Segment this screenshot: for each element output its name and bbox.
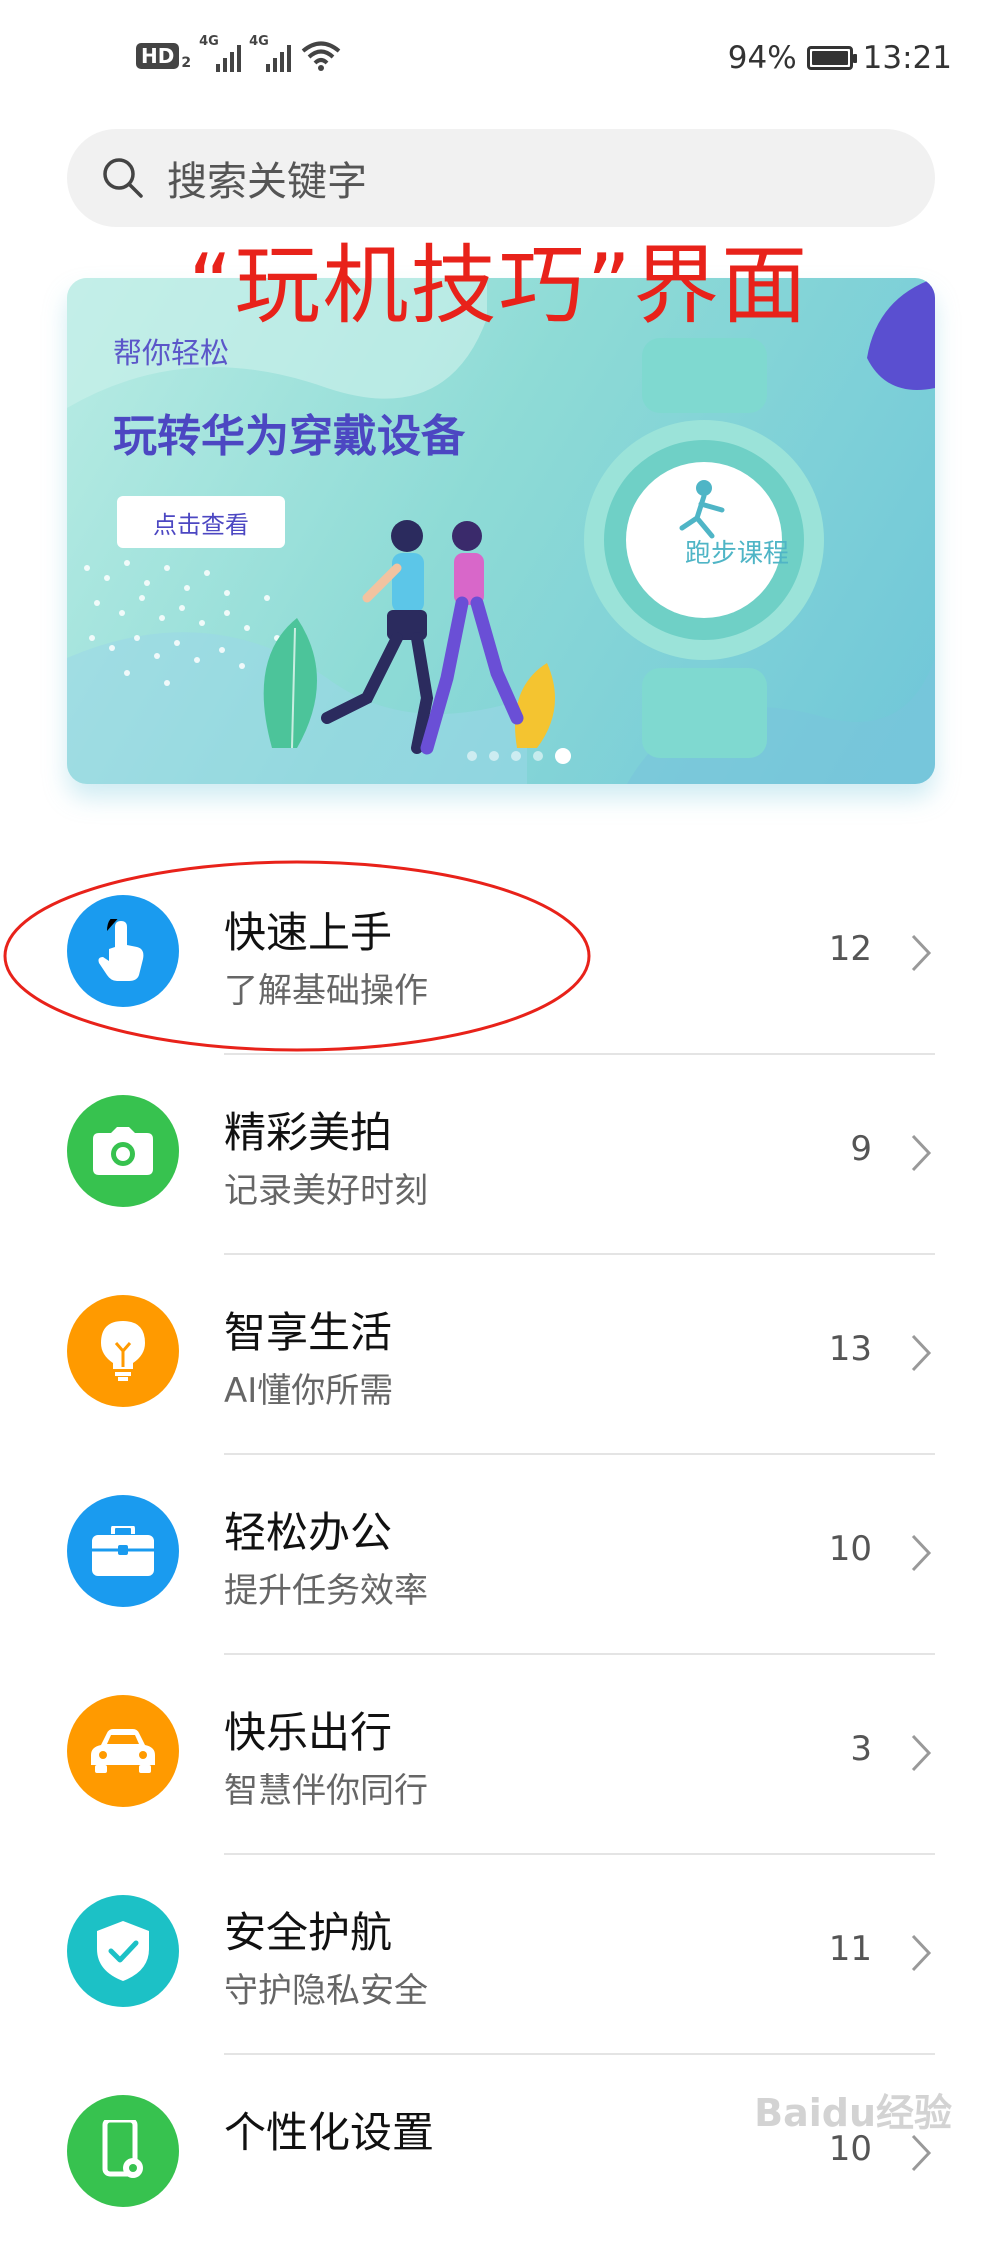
battery-percent: 94% — [727, 40, 797, 76]
list-item-subtitle: 记录美好时刻 — [224, 1171, 428, 1211]
status-bar: HD 2 4G 4G 94% 13:21 — [0, 0, 1000, 120]
briefcase-icon — [92, 1526, 154, 1576]
list-item-travel[interactable]: 快乐出行 智慧伴你同行 3 — [0, 1655, 1000, 1855]
list-item-count: 9 — [850, 1129, 872, 1169]
list-item-subtitle: AI懂你所需 — [224, 1371, 394, 1411]
list-item-icon-bg — [67, 1295, 179, 1407]
list-item-subtitle: 守护隐私安全 — [224, 1971, 428, 2011]
list-item-count: 13 — [828, 1329, 872, 1369]
hd-voice-icon: HD — [136, 43, 180, 69]
list-item-count: 3 — [850, 1729, 872, 1769]
chevron-right-icon — [911, 1734, 932, 1772]
chevron-right-icon — [911, 2134, 932, 2172]
signal-sim1-icon: 4G — [199, 34, 242, 72]
list-item-count: 10 — [828, 1529, 872, 1569]
status-right: 94% 13:21 — [728, 40, 952, 76]
search-placeholder: 搜索关键字 — [167, 159, 367, 205]
list-item-smart-life[interactable]: 智享生活 AI懂你所需 13 — [0, 1255, 1000, 1455]
list-item-photography[interactable]: 精彩美拍 记录美好时刻 9 — [0, 1055, 1000, 1255]
network-type-1: 4G — [199, 34, 219, 49]
list-item-subtitle: 提升任务效率 — [224, 1571, 428, 1611]
chevron-right-icon — [911, 1134, 932, 1172]
camera-icon — [93, 1127, 153, 1175]
banner-page-indicator — [467, 748, 571, 764]
chevron-right-icon — [911, 1334, 932, 1372]
list-item-icon-bg — [67, 1095, 179, 1207]
list-item-title: 快乐出行 — [224, 1708, 393, 1757]
list-item-title: 精彩美拍 — [224, 1108, 393, 1157]
wifi-icon — [301, 41, 341, 71]
page-dot-active — [555, 748, 571, 764]
clock: 13:21 — [862, 40, 952, 76]
network-type-2: 4G — [249, 34, 269, 49]
banner-title: 玩转华为穿戴设备 — [113, 411, 465, 462]
banner-view-button[interactable]: 点击查看 — [117, 496, 285, 548]
car-icon — [91, 1729, 155, 1773]
list-item-icon-bg — [67, 2095, 179, 2207]
page-dot — [511, 751, 521, 761]
battery-icon — [806, 46, 857, 70]
list-item-count: 12 — [828, 929, 872, 969]
phone-settings-icon — [102, 2120, 143, 2178]
list-item-title: 个性化设置 — [224, 2108, 435, 2157]
chevron-right-icon — [911, 1934, 932, 1972]
chevron-right-icon — [911, 1534, 932, 1572]
list-item-subtitle: 智慧伴你同行 — [224, 1771, 428, 1811]
search-icon — [103, 158, 143, 198]
list-item-title: 安全护航 — [224, 1908, 393, 1957]
list-item-icon-bg — [67, 1695, 179, 1807]
status-left-icons: HD 2 4G 4G — [136, 34, 341, 72]
list-item-title: 智享生活 — [224, 1308, 393, 1357]
watermark: Baidu经验 — [754, 2091, 952, 2135]
list-item-count: 11 — [828, 1929, 872, 1969]
shield-check-icon — [97, 1921, 149, 1981]
list-item-title: 轻松办公 — [224, 1508, 393, 1557]
annotation-ellipse — [3, 860, 591, 1052]
promo-banner[interactable]: 帮你轻松 玩转华为穿戴设备 点击查看 跑步课程 — [67, 278, 935, 784]
search-bar[interactable]: 搜索关键字 — [67, 129, 935, 227]
signal-sim2-icon: 4G — [249, 34, 292, 72]
list-item-office[interactable]: 轻松办公 提升任务效率 10 — [0, 1455, 1000, 1655]
chevron-right-icon — [911, 934, 932, 972]
annotation-title: “玩机技巧”界面 — [188, 236, 810, 336]
page-dot — [533, 751, 543, 761]
list-item-icon-bg — [67, 1895, 179, 2007]
hd-sim-number: 2 — [181, 55, 192, 71]
lightbulb-icon — [101, 1321, 145, 1381]
page-dot — [489, 751, 499, 761]
list-item-security[interactable]: 安全护航 守护隐私安全 11 — [0, 1855, 1000, 2055]
list-item-icon-bg — [67, 1495, 179, 1607]
watch-label: 跑步课程 — [684, 539, 789, 569]
page-dot — [467, 751, 477, 761]
